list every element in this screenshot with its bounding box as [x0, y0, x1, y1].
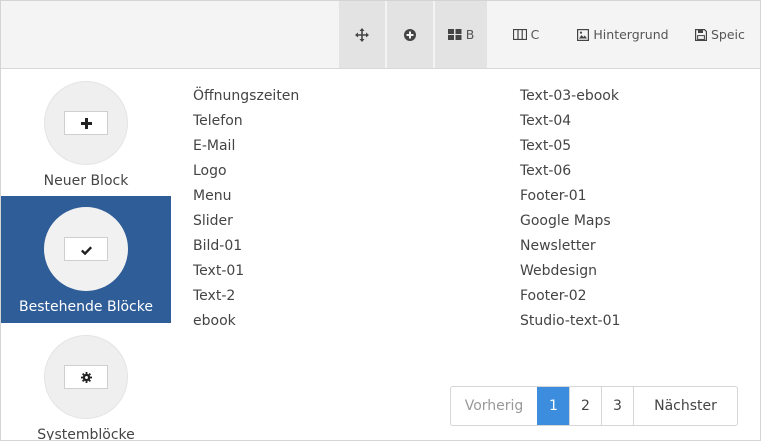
block-item[interactable]: Google Maps — [520, 212, 620, 237]
save-button[interactable]: Speic — [691, 1, 760, 68]
layout-c-label: C — [530, 27, 540, 42]
block-item[interactable]: Footer-02 — [520, 287, 620, 312]
block-item[interactable]: Menu — [193, 187, 299, 212]
sidebar-item-existing-blocks[interactable]: Bestehende Blöcke — [1, 196, 171, 323]
image-icon — [577, 28, 590, 41]
block-item[interactable]: Telefon — [193, 112, 299, 137]
block-item[interactable]: Logo — [193, 162, 299, 187]
existing-blocks-box — [64, 237, 108, 261]
gear-icon — [80, 368, 92, 387]
sidebar-item-label: Neuer Block — [43, 173, 129, 189]
pagination-prev-button[interactable]: Vorherig — [451, 387, 537, 425]
existing-blocks-circle — [44, 207, 128, 291]
block-item[interactable]: ebook — [193, 312, 299, 337]
system-blocks-circle — [44, 335, 128, 419]
layout-b-button[interactable]: B — [435, 1, 487, 68]
pagination-page-1[interactable]: 1 — [537, 387, 569, 425]
pagination-next-button[interactable]: Nächster — [633, 387, 737, 425]
columns-icon — [512, 29, 527, 40]
toolbar: B C Hintergrund Speic — [1, 1, 760, 69]
floppy-disk-icon — [695, 28, 707, 41]
block-item[interactable]: E-Mail — [193, 137, 299, 162]
new-block-box — [64, 111, 108, 135]
block-item[interactable]: Footer-01 — [520, 187, 620, 212]
block-item[interactable]: Text-03-ebook — [520, 87, 620, 112]
pagination-page-2[interactable]: 2 — [569, 387, 601, 425]
block-item[interactable]: Text-05 — [520, 137, 620, 162]
add-button[interactable] — [387, 1, 433, 68]
block-item[interactable]: Studio-text-01 — [520, 312, 620, 337]
block-item[interactable]: Text-06 — [520, 162, 620, 187]
block-item[interactable]: Slider — [193, 212, 299, 237]
block-list-column-2: Text-03-ebook Text-04 Text-05 Text-06 Fo… — [520, 87, 620, 337]
system-blocks-box — [64, 365, 108, 389]
block-item[interactable]: Text-01 — [193, 262, 299, 287]
check-icon — [80, 240, 92, 259]
sidebar-item-label: Systemblöcke — [37, 427, 135, 441]
pagination: Vorherig 1 2 3 Nächster — [450, 386, 738, 426]
sidebar-item-new-block[interactable]: Neuer Block — [1, 81, 171, 196]
plus-circle-icon — [404, 28, 416, 41]
block-item[interactable]: Text-04 — [520, 112, 620, 137]
background-button[interactable]: Hintergrund — [563, 1, 683, 68]
move-arrows-icon — [355, 27, 369, 42]
block-item[interactable]: Newsletter — [520, 237, 620, 262]
block-item[interactable]: Webdesign — [520, 262, 620, 287]
sidebar-item-label: Bestehende Blöcke — [19, 299, 153, 315]
layout-c-button[interactable]: C — [501, 1, 551, 68]
pagination-page-3[interactable]: 3 — [601, 387, 633, 425]
block-item[interactable]: Öffnungszeiten — [193, 87, 299, 112]
layout-b-label: B — [465, 27, 475, 42]
background-label: Hintergrund — [593, 27, 669, 42]
sidebar: Neuer Block Bestehende Blöcke Systemblöc… — [1, 69, 171, 441]
block-item[interactable]: Text-2 — [193, 287, 299, 312]
block-picker-panel: B C Hintergrund Speic Neuer Block Besteh… — [0, 0, 761, 441]
sidebar-item-system-blocks[interactable]: Systemblöcke — [1, 335, 171, 441]
plus-icon — [80, 114, 92, 133]
move-button[interactable] — [339, 1, 385, 68]
grid-blocks-icon — [447, 29, 462, 40]
block-list-column-1: Öffnungszeiten Telefon E-Mail Logo Menu … — [193, 87, 299, 337]
block-item[interactable]: Bild-01 — [193, 237, 299, 262]
save-label: Speic — [711, 27, 745, 42]
new-block-circle — [44, 81, 128, 165]
